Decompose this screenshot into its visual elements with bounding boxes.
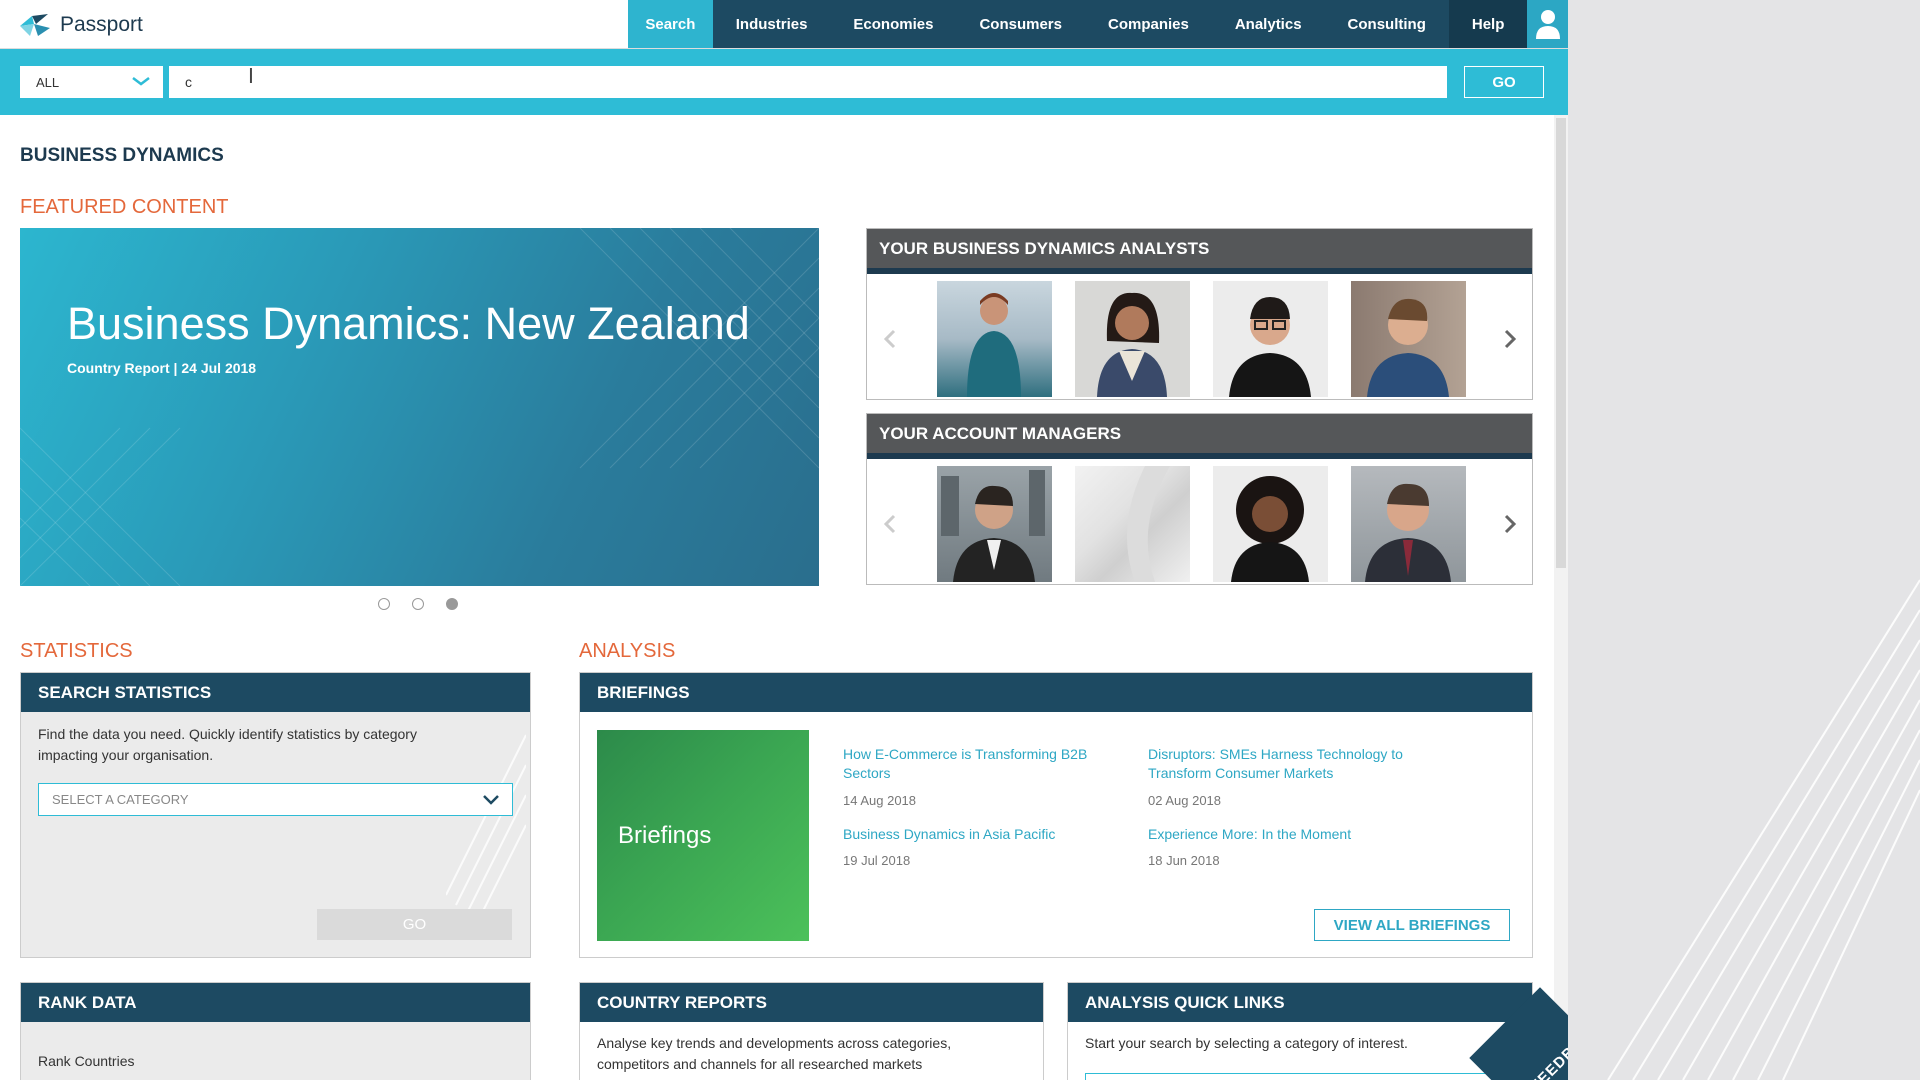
category-select[interactable]: SELECT A CATEGORY (38, 783, 513, 816)
search-scope-value: ALL (36, 74, 60, 90)
country-reports-card: COUNTRY REPORTS Analyse key trends and d… (579, 982, 1044, 1080)
carousel-dot-3[interactable] (446, 598, 458, 610)
country-reports-heading: COUNTRY REPORTS (580, 983, 1043, 1022)
account-managers-carousel (867, 466, 1532, 582)
rank-data-card: RANK DATA Rank Countries (20, 982, 531, 1080)
search-input[interactable] (169, 66, 1447, 98)
passport-app: Passport Search Industries Economies Con… (0, 0, 1568, 1080)
view-all-briefings-button[interactable]: VIEW ALL BRIEFINGS (1314, 909, 1510, 941)
featured-title: Business Dynamics: New Zealand (67, 298, 750, 349)
search-scope-select[interactable]: ALL (20, 66, 163, 98)
nav-help[interactable]: Help (1448, 0, 1528, 48)
nav-industries[interactable]: Industries (713, 0, 831, 48)
passport-logo-icon (20, 14, 50, 36)
scrollbar-thumb[interactable] (1556, 118, 1566, 568)
search-statistics-card: SEARCH STATISTICS Find the data you need… (20, 672, 531, 958)
app-name: Passport (60, 13, 143, 36)
analysis-quick-links-heading: ANALYSIS QUICK LINKS (1068, 983, 1532, 1022)
background-area (1568, 0, 1920, 1080)
briefing-date-3: 19 Jul 2018 (843, 853, 911, 868)
nav-search[interactable]: Search (628, 0, 713, 48)
passport-logo[interactable]: Passport (18, 10, 143, 40)
chevron-down-icon (132, 77, 150, 86)
chevron-right-icon[interactable] (1499, 514, 1519, 534)
search-statistics-description: Find the data you need. Quickly identify… (38, 726, 417, 763)
nav-analytics[interactable]: Analytics (1212, 0, 1325, 48)
manager-photo-3[interactable] (1213, 466, 1328, 582)
featured-banner[interactable]: Business Dynamics: New Zealand Country R… (20, 228, 819, 586)
manager-photo-1[interactable] (937, 466, 1052, 582)
user-account-button[interactable] (1527, 0, 1568, 48)
main-nav: Search Industries Economies Consumers Co… (628, 0, 1568, 48)
briefing-date-2: 02 Aug 2018 (1148, 793, 1222, 808)
carousel-dots (378, 598, 458, 610)
briefing-date-1: 14 Aug 2018 (843, 793, 917, 808)
account-managers-panel: YOUR ACCOUNT MANAGERS (866, 413, 1533, 585)
top-navigation: Passport Search Industries Economies Con… (0, 0, 1568, 49)
nav-economies[interactable]: Economies (830, 0, 956, 48)
nav-companies[interactable]: Companies (1085, 0, 1212, 48)
analysts-panel: YOUR BUSINESS DYNAMICS ANALYSTS (866, 228, 1533, 400)
analysts-carousel (867, 281, 1532, 397)
featured-content-heading: FEATURED CONTENT (20, 196, 229, 218)
analyst-photo-2[interactable] (1075, 281, 1190, 397)
briefing-link-4[interactable]: Experience More: In the Moment (1148, 825, 1428, 844)
briefing-link-1[interactable]: How E-Commerce is Transforming B2B Secto… (843, 745, 1123, 783)
nav-consulting[interactable]: Consulting (1325, 0, 1449, 48)
country-reports-description: Analyse key trends and developments acro… (597, 1035, 952, 1072)
carousel-dot-2[interactable] (412, 598, 424, 610)
manager-photo-2-placeholder[interactable] (1075, 466, 1190, 582)
chevron-left-icon[interactable] (881, 329, 901, 349)
search-bar: ALL GO (0, 49, 1568, 115)
carousel-dot-1[interactable] (378, 598, 390, 610)
analyst-photo-3[interactable] (1213, 281, 1328, 397)
rank-data-heading: RANK DATA (21, 983, 530, 1022)
briefings-tile-label: Briefings (618, 822, 712, 849)
statistics-go-button[interactable]: GO (317, 909, 512, 940)
briefing-link-2[interactable]: Disruptors: SMEs Harness Technology to T… (1148, 745, 1428, 783)
briefings-tile[interactable]: Briefings (597, 730, 809, 941)
chevron-down-icon (483, 795, 499, 805)
statistics-heading: STATISTICS (20, 640, 133, 662)
nav-consumers[interactable]: Consumers (956, 0, 1085, 48)
manager-photo-4[interactable] (1351, 466, 1466, 582)
diagonal-lines-decoration (1607, 579, 1920, 1080)
analysis-quick-links-card: ANALYSIS QUICK LINKS Start your search b… (1067, 982, 1533, 1080)
chevron-right-icon[interactable] (1499, 329, 1519, 349)
analysis-heading: ANALYSIS (579, 640, 676, 662)
analysis-quick-links-description: Start your search by selecting a categor… (1085, 1035, 1408, 1051)
briefing-link-3[interactable]: Business Dynamics in Asia Pacific (843, 825, 1123, 844)
page-title: BUSINESS DYNAMICS (20, 145, 224, 166)
analysts-heading: YOUR BUSINESS DYNAMICS ANALYSTS (867, 229, 1532, 274)
featured-subtitle: Country Report | 24 Jul 2018 (67, 360, 257, 376)
search-go-button[interactable]: GO (1464, 66, 1544, 98)
search-statistics-heading: SEARCH STATISTICS (21, 673, 530, 712)
chevron-left-icon[interactable] (881, 514, 901, 534)
rank-countries-link[interactable]: Rank Countries (38, 1051, 135, 1072)
analyst-photo-1[interactable] (937, 281, 1052, 397)
analyst-photo-4[interactable] (1351, 281, 1466, 397)
account-managers-heading: YOUR ACCOUNT MANAGERS (867, 414, 1532, 459)
briefings-card: BRIEFINGS Briefings How E-Commerce is Tr… (579, 672, 1533, 958)
quick-links-category-select[interactable] (1085, 1073, 1505, 1080)
banner-pattern (20, 228, 819, 586)
user-icon (1535, 10, 1560, 39)
text-cursor-icon: I (248, 64, 254, 88)
briefings-heading: BRIEFINGS (580, 673, 1532, 712)
category-select-placeholder: SELECT A CATEGORY (52, 792, 189, 807)
briefing-date-4: 18 Jun 2018 (1148, 853, 1220, 868)
